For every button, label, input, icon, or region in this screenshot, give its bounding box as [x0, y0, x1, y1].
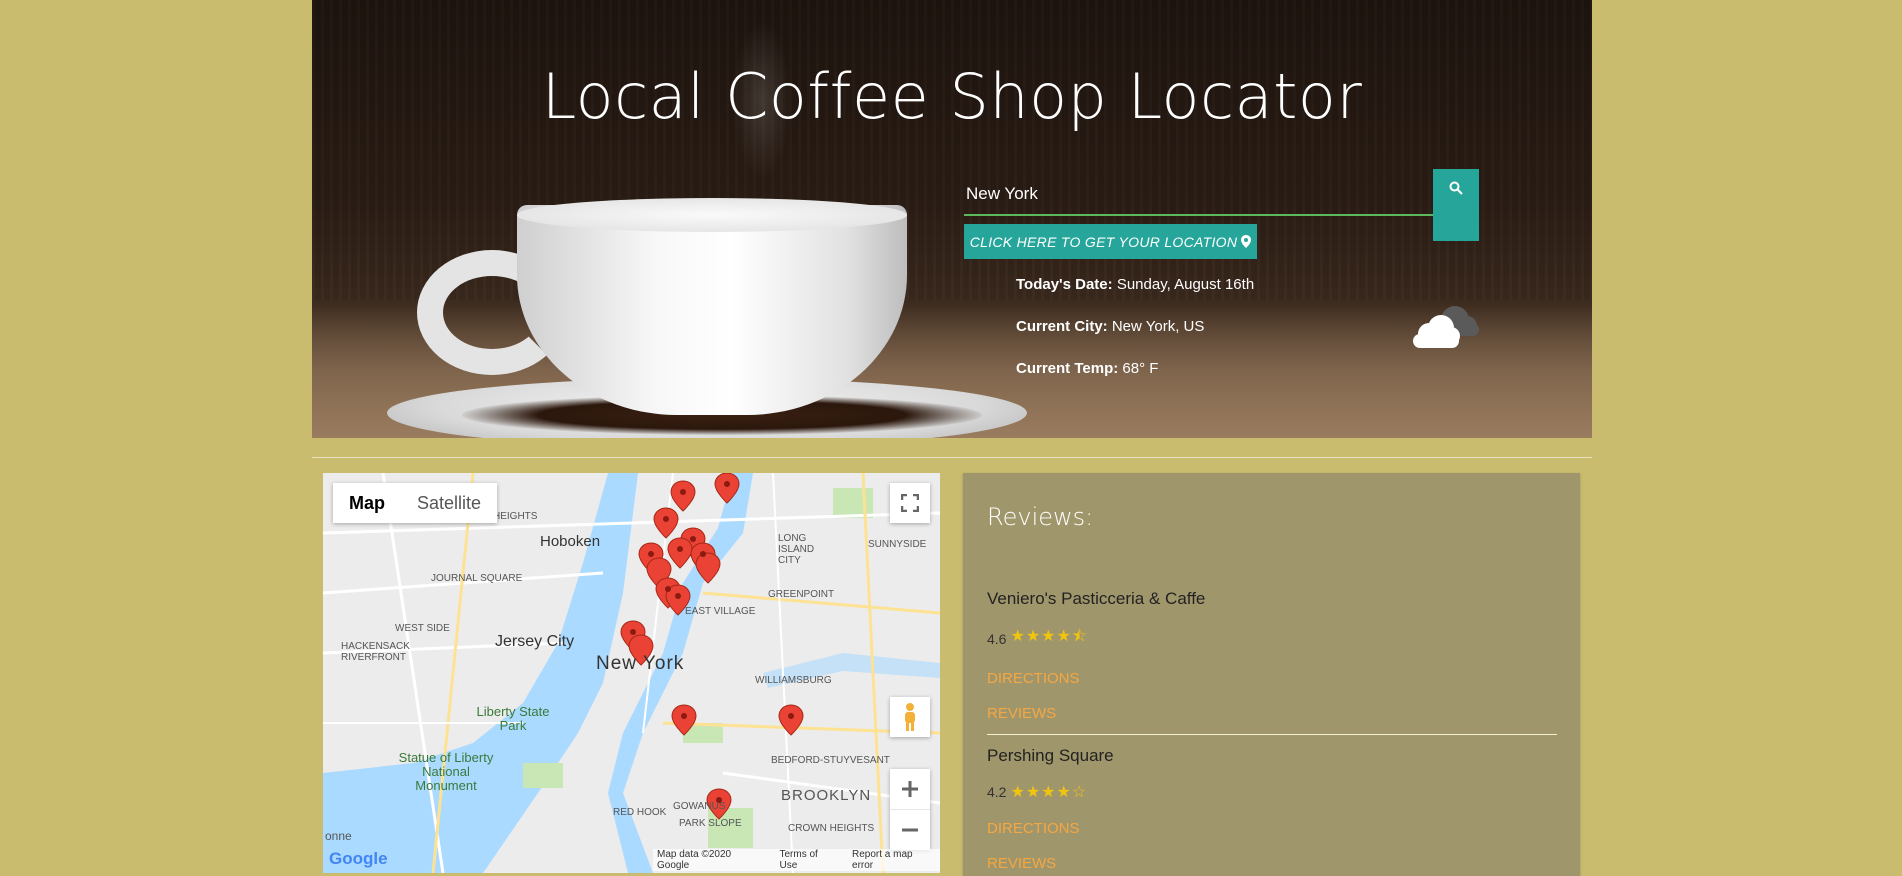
map-footer: Map data ©2020 Google Terms of Use Repor…: [653, 849, 940, 871]
terms-link[interactable]: Terms of Use: [779, 849, 838, 871]
city-label: Current City:: [1016, 318, 1108, 335]
section-divider: [312, 457, 1592, 458]
fullscreen-icon: [901, 494, 919, 512]
city-search-input[interactable]: [964, 174, 1434, 216]
label-williamsburg: WILLIAMSBURG: [755, 675, 832, 686]
star-rating-icon: ★★★★☆: [1010, 784, 1088, 801]
zoom-control: [890, 769, 930, 850]
temp-value: 68° F: [1122, 360, 1159, 377]
city-value: New York, US: [1111, 318, 1205, 335]
get-location-label: CLICK HERE TO GET YOUR LOCATION: [969, 233, 1238, 250]
street-view-button[interactable]: [890, 697, 930, 737]
date-label: Today's Date:: [1016, 276, 1113, 293]
reviews-link[interactable]: REVIEWS: [987, 705, 1557, 722]
review-item: Pershing Square 4.2 ★★★★☆ DIRECTIONS REV…: [987, 746, 1557, 872]
label-bayonne: onne: [325, 829, 352, 843]
date-value: Sunday, August 16th: [1116, 276, 1255, 293]
label-west-side: WEST SIDE: [395, 623, 450, 634]
label-hackensack: HACKENSACK RIVERFRONT: [341, 641, 410, 663]
temp-line: Current Temp: 68° F: [1016, 360, 1158, 377]
pegman-icon: [905, 703, 915, 731]
label-east-village: EAST VILLAGE: [685, 606, 756, 617]
map-type-satellite-button[interactable]: Satellite: [401, 483, 497, 523]
reviews-link[interactable]: REVIEWS: [987, 855, 1557, 872]
zoom-in-button[interactable]: [890, 770, 930, 810]
review-divider: [987, 734, 1557, 735]
map-marker-icon: [1241, 235, 1252, 248]
label-jersey-city: Jersey City: [495, 633, 575, 650]
hero-banner: Local Coffee Shop Locator CLICK HERE TO …: [312, 0, 1592, 438]
google-logo-text: Google: [329, 849, 388, 868]
label-heights: HEIGHTS: [493, 511, 538, 522]
rating-row: 4.2 ★★★★☆: [987, 782, 1557, 802]
search-button[interactable]: [1433, 169, 1479, 241]
label-sunnyside: SUNNYSIDE: [868, 539, 927, 550]
review-item: Veniero's Pasticceria & Caffe 4.6 ★★★★⯪ …: [987, 589, 1557, 722]
date-line: Today's Date: Sunday, August 16th: [1016, 276, 1254, 293]
temp-label: Current Temp:: [1016, 360, 1119, 377]
google-logo: Google: [329, 849, 388, 869]
label-red-hook: RED HOOK: [613, 807, 667, 818]
label-greenpoint: GREENPOINT: [768, 589, 835, 600]
page-title: Local Coffee Shop Locator: [541, 60, 1363, 133]
directions-link[interactable]: DIRECTIONS: [987, 820, 1557, 837]
star-rating-icon: ★★★★⯪: [1010, 628, 1088, 645]
cloud-icon: [1413, 306, 1479, 348]
label-bedford: BEDFORD-STUYVESANT: [771, 755, 890, 766]
fullscreen-button[interactable]: [890, 483, 930, 523]
map-data-credit: Map data ©2020 Google: [657, 849, 732, 871]
cup-rim: [517, 198, 907, 232]
map-type-control: Map Satellite: [333, 483, 498, 523]
map-type-map-button[interactable]: Map: [333, 483, 401, 523]
label-liberty-park: Liberty State Park: [476, 704, 550, 733]
label-new-york: New York: [596, 653, 685, 674]
label-crown-heights: CROWN HEIGHTS: [788, 823, 875, 834]
shop-name: Veniero's Pasticceria & Caffe: [987, 589, 1206, 608]
city-line: Current City: New York, US: [1016, 318, 1204, 335]
rating-value: 4.6: [987, 630, 1007, 647]
get-location-button[interactable]: CLICK HERE TO GET YOUR LOCATION: [964, 224, 1257, 259]
zoom-out-button[interactable]: [890, 810, 930, 850]
map-widget[interactable]: Hoboken Jersey City New York Liberty Sta…: [323, 473, 940, 873]
shop-name: Pershing Square: [987, 746, 1114, 765]
minus-icon: [902, 828, 918, 831]
directions-link[interactable]: DIRECTIONS: [987, 670, 1557, 687]
label-hoboken: Hoboken: [540, 533, 601, 550]
label-brooklyn: BROOKLYN: [781, 787, 872, 804]
rating-value: 4.2: [987, 784, 1007, 800]
reviews-heading: Reviews:: [987, 503, 1094, 531]
label-long-island-city: LONG ISLAND CITY: [778, 533, 815, 566]
search-icon: [1449, 181, 1463, 195]
label-statue: Statue of Liberty National Monument: [398, 750, 494, 793]
label-gowanus: GOWANUS: [673, 801, 726, 812]
reviews-panel: Reviews: Veniero's Pasticceria & Caffe 4…: [963, 473, 1580, 876]
label-park-slope: PARK SLOPE: [679, 818, 742, 829]
rating-row: 4.6 ★★★★⯪: [987, 625, 1557, 652]
label-journal-square: JOURNAL SQUARE: [431, 573, 523, 584]
report-error-link[interactable]: Report a map error: [852, 849, 936, 871]
plus-icon: [902, 781, 918, 797]
